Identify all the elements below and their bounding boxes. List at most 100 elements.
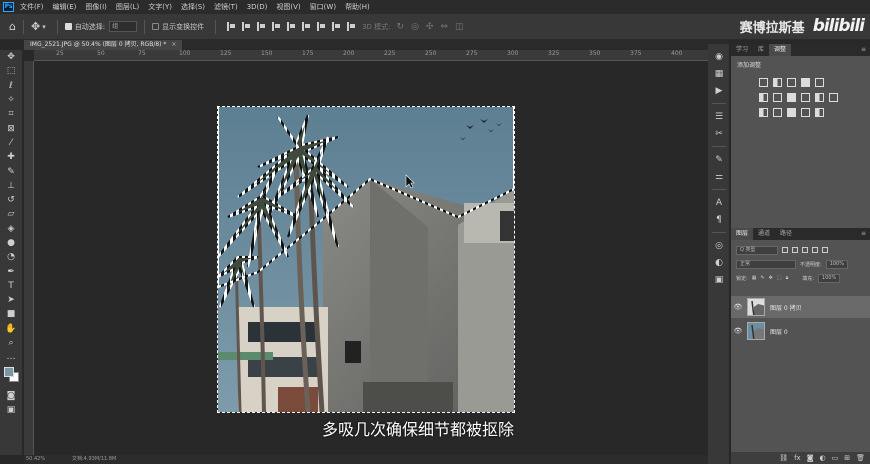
pen-tool-icon[interactable]: ✒ xyxy=(0,264,22,278)
crop-tool-icon[interactable]: ⌗ xyxy=(0,107,22,121)
lock-all-icon[interactable]: 🔒︎ xyxy=(786,275,789,281)
lock-position-icon[interactable]: ✥ xyxy=(769,275,773,281)
photo-filter-icon[interactable] xyxy=(801,93,810,102)
color-panel-icon[interactable]: ◉ xyxy=(708,48,730,65)
play-actions-icon[interactable]: ▶ xyxy=(708,82,730,99)
new-layer-icon[interactable]: ⊞ xyxy=(844,454,850,462)
menu-layer[interactable]: 图层(L) xyxy=(116,2,139,12)
panel-menu-icon[interactable]: ≡ xyxy=(861,44,866,56)
brightness-contrast-icon[interactable] xyxy=(759,78,768,87)
layer-row[interactable]: 👁︎ 图层 0 拷贝 xyxy=(731,296,870,318)
blend-mode-select[interactable]: 正常 xyxy=(736,259,796,269)
foreground-color-swatch[interactable] xyxy=(4,366,14,377)
adjustments-sliders-icon[interactable]: ⚌ xyxy=(708,168,730,185)
align-middle-icon[interactable] xyxy=(287,22,296,31)
menu-image[interactable]: 图像(I) xyxy=(85,2,107,12)
lock-artboard-icon[interactable]: ⬚ xyxy=(777,275,782,281)
auto-select-checkbox[interactable] xyxy=(64,23,72,30)
color-lookup-icon[interactable] xyxy=(829,93,838,102)
menu-3d[interactable]: 3D(D) xyxy=(247,3,268,11)
layer-row[interactable]: 👁︎ 图层 0 xyxy=(731,320,870,342)
lock-paint-icon[interactable]: ✎ xyxy=(760,275,764,281)
opacity-input[interactable]: 100% xyxy=(825,259,848,269)
color-balance-icon[interactable] xyxy=(773,93,782,102)
distribute-vertical-icon[interactable] xyxy=(332,22,341,31)
close-icon[interactable]: × xyxy=(171,41,176,48)
swatches-panel-icon[interactable]: ▦ xyxy=(708,65,730,82)
home-icon[interactable]: ⌂ xyxy=(9,20,16,33)
3d-scale-icon[interactable]: ◫ xyxy=(455,22,464,32)
menu-select[interactable]: 选择(S) xyxy=(181,2,205,12)
document-tab[interactable]: IMG_2521.JPG @ 50.4% (图层 0 拷贝, RGB/8) * × xyxy=(24,40,183,50)
selective-color-icon[interactable] xyxy=(815,108,824,117)
frame-tool-icon[interactable]: ⊠ xyxy=(0,121,22,135)
vibrance-icon[interactable] xyxy=(815,78,824,87)
blur-tool-icon[interactable]: ● xyxy=(0,236,22,250)
zoom-level[interactable]: 50.42% xyxy=(26,455,45,464)
filter-type-icon[interactable] xyxy=(802,247,808,253)
document-canvas-image[interactable] xyxy=(217,106,515,413)
align-center-icon[interactable] xyxy=(242,22,251,31)
link-layers-icon[interactable]: ⛓︎ xyxy=(779,454,788,462)
menu-window[interactable]: 窗口(W) xyxy=(310,2,336,12)
menu-file[interactable]: 文件(F) xyxy=(20,2,44,12)
eyedropper-tool-icon[interactable]: ⁄ xyxy=(0,136,22,150)
menu-view[interactable]: 视图(V) xyxy=(276,2,300,12)
layer-kind-filter[interactable]: Q 类型 xyxy=(736,245,778,255)
chevron-down-icon[interactable]: ▾ xyxy=(42,23,46,31)
zoom-tool-icon[interactable]: ⌕ xyxy=(0,336,22,350)
menu-edit[interactable]: 编辑(E) xyxy=(53,2,77,12)
auto-select-dropdown[interactable]: 组 xyxy=(109,21,138,32)
eye-icon[interactable]: 👁︎ xyxy=(731,327,745,335)
path-selection-tool-icon[interactable]: ➤ xyxy=(0,293,22,307)
add-mask-icon[interactable]: ◙ xyxy=(807,454,814,462)
properties-panel-icon[interactable]: ☰ xyxy=(708,108,730,125)
more-tools-icon[interactable]: … xyxy=(0,350,22,364)
filter-adjustment-icon[interactable] xyxy=(792,247,798,253)
3d-slide-icon[interactable]: ⇔ xyxy=(440,22,448,32)
tab-libraries[interactable]: 库 xyxy=(753,44,769,56)
3d-rotate-icon[interactable]: ↻ xyxy=(397,22,405,32)
3d-pan-icon[interactable]: ✣ xyxy=(426,22,434,32)
new-adjustment-layer-icon[interactable]: ◐ xyxy=(820,454,826,462)
type-tool-icon[interactable]: T xyxy=(0,279,22,293)
channel-mixer-icon[interactable] xyxy=(815,93,824,102)
panel-menu-icon[interactable]: ≡ xyxy=(861,228,866,240)
magic-wand-tool-icon[interactable]: ✧ xyxy=(0,93,22,107)
black-white-icon[interactable] xyxy=(787,93,796,102)
paint-bucket-tool-icon[interactable]: ◈ xyxy=(0,222,22,236)
eye-icon[interactable]: 👁︎ xyxy=(731,303,745,311)
hue-saturation-icon[interactable] xyxy=(759,93,768,102)
lasso-tool-icon[interactable]: ℓ xyxy=(0,79,22,93)
transform-controls-checkbox[interactable] xyxy=(152,23,160,30)
align-left-icon[interactable] xyxy=(227,22,236,31)
distribute-horizontal-icon[interactable] xyxy=(347,22,356,31)
shape-tool-icon[interactable]: ■ xyxy=(0,307,22,321)
brush-tool-icon[interactable]: ✎ xyxy=(0,164,22,178)
move-icon[interactable]: ✥ xyxy=(31,20,40,33)
screen-mode-icon[interactable]: ▣ xyxy=(0,403,22,417)
menu-help[interactable]: 帮助(H) xyxy=(345,2,370,12)
eraser-tool-icon[interactable]: ▱ xyxy=(0,207,22,221)
filter-smart-object-icon[interactable] xyxy=(822,247,828,253)
layer-style-icon[interactable]: fx xyxy=(794,454,801,462)
info-panel-icon[interactable]: ◐ xyxy=(708,254,730,271)
align-top-icon[interactable] xyxy=(272,22,281,31)
dodge-tool-icon[interactable]: ◔ xyxy=(0,250,22,264)
3d-roll-icon[interactable]: ◎ xyxy=(411,22,419,32)
marquee-tool-icon[interactable]: ⬚ xyxy=(0,64,22,78)
history-brush-tool-icon[interactable]: ↺ xyxy=(0,193,22,207)
align-right-icon[interactable] xyxy=(257,22,266,31)
paragraph-panel-icon[interactable]: ¶ xyxy=(708,211,730,228)
filter-shape-icon[interactable] xyxy=(812,247,818,253)
threshold-icon[interactable] xyxy=(787,108,796,117)
move-tool-icon[interactable]: ✥ xyxy=(0,50,22,64)
curves-icon[interactable] xyxy=(787,78,796,87)
image-thumbnail-icon[interactable]: ▣ xyxy=(708,271,730,288)
filter-pixel-icon[interactable] xyxy=(782,247,788,253)
tab-adjustments[interactable]: 调整 xyxy=(769,44,792,56)
clone-stamp-tool-icon[interactable]: ⊥ xyxy=(0,179,22,193)
levels-icon[interactable] xyxy=(773,78,782,87)
invert-icon[interactable] xyxy=(759,108,768,117)
tool-presets-icon[interactable]: ✂ xyxy=(708,125,730,142)
